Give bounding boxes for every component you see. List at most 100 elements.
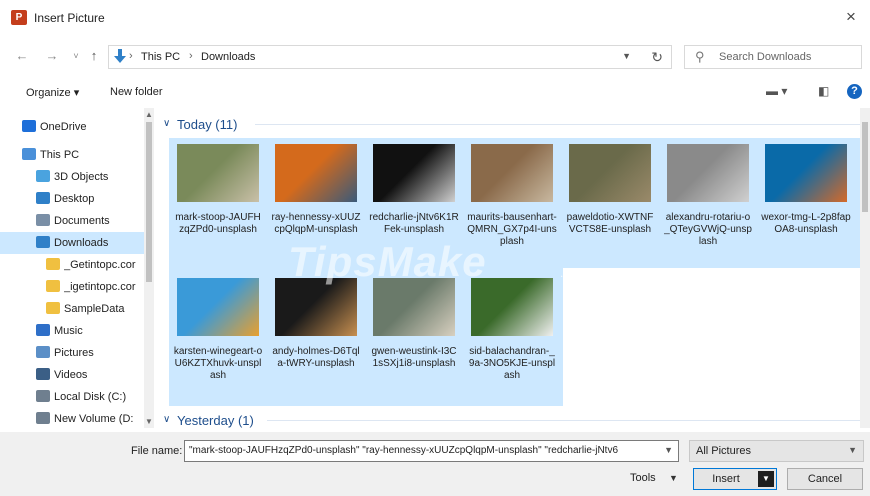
sidebar-item-label: Desktop [54,193,95,205]
insert-options-chevron-icon[interactable]: ▼ [758,471,774,487]
sidebar-item-pictures[interactable]: Pictures [0,342,144,364]
organize-button[interactable]: Organize ▾ [26,86,79,99]
breadcrumb-this-pc[interactable]: This PC [141,51,180,63]
chevron-down-icon[interactable]: ▼ [669,473,678,483]
download-icon [36,236,50,248]
file-tile[interactable]: karsten-winegeart-oU6KZTXhuvk-unsplash [171,272,265,402]
scroll-up-icon[interactable]: ▲ [145,110,153,119]
folder-icon [46,280,60,292]
sidebar-item-label: SampleData [64,303,125,315]
content-scroll-thumb[interactable] [862,122,868,212]
sidebar-item-label: OneDrive [40,121,87,133]
file-name-caption: ray-hennessy-xUUZcpQlqpM-unsplash [271,212,361,235]
sidebar-item-getintopc-cor[interactable]: _Getintopc.cor [0,254,144,276]
sidebar-item-local-disk-c[interactable]: Local Disk (C:) [0,386,144,408]
computer-icon [22,148,36,160]
downloads-folder-icon [114,49,126,63]
preview-pane-icon[interactable]: ◧ [818,84,829,98]
file-tile[interactable]: redcharlie-jNtv6K1RFek-unsplash [367,138,461,268]
sidebar-scrollbar[interactable]: ▲ ▼ [144,108,154,428]
sidebar-item-downloads[interactable]: Downloads [0,232,144,254]
scroll-down-icon[interactable]: ▼ [145,417,153,426]
command-bar: Organize ▾ New folder ▬ ▾ ◧ ? [0,78,870,106]
window-title: Insert Picture [34,11,105,25]
tools-button[interactable]: Tools [630,472,656,484]
sidebar-item-new-volume-d[interactable]: New Volume (D: [0,408,144,430]
file-tile[interactable]: wexor-tmg-L-2p8fapOA8-unsplash [759,138,853,268]
file-tile[interactable]: ray-hennessy-xUUZcpQlqpM-unsplash [269,138,363,268]
sidebar-item-sampledata[interactable]: SampleData [0,298,144,320]
up-arrow-icon[interactable]: ↑ [86,48,102,64]
file-name-value: "mark-stoop-JAUFHzqZPd0-unsplash" "ray-h… [189,445,619,456]
chevron-down-icon[interactable]: ∨ [163,414,170,425]
new-folder-button[interactable]: New folder [110,86,163,98]
close-button[interactable]: × [840,7,862,27]
image-thumbnail [373,278,455,336]
group-label-today: Today (11) [177,117,238,132]
image-thumbnail [177,278,259,336]
breadcrumb-separator: › [189,50,193,62]
group-header-today[interactable]: ∨ Today (11) [163,114,861,134]
file-tile[interactable]: sid-balachandran-_9a-3NO5KJE-unsplash [465,272,559,402]
address-bar[interactable]: › This PC › Downloads ▼ ↻ [108,45,672,69]
chevron-down-icon[interactable]: ∨ [163,118,170,129]
image-thumbnail [177,144,259,202]
group-header-yesterday[interactable]: ∨ Yesterday (1) [163,410,861,430]
sidebar-item-label: This PC [40,149,80,161]
cloud-icon [22,120,36,132]
refresh-icon[interactable]: ↻ [651,49,663,66]
recent-locations-icon[interactable]: ˅ [68,48,84,64]
sidebar-item-music[interactable]: Music [0,320,144,342]
file-tile[interactable]: andy-holmes-D6Tqla-tWRY-unsplash [269,272,363,402]
sidebar-item-this-pc[interactable]: This PC [0,144,144,166]
insert-button[interactable]: Insert ▼ [693,468,777,490]
chevron-down-icon[interactable]: ▼ [664,445,673,455]
file-tile[interactable]: paweldotio-XWTNFVCTS8E-unsplash [563,138,657,268]
group-divider [255,124,861,125]
sidebar-item-label: 3D Objects [54,171,109,183]
file-tile[interactable]: alexandru-rotariu-o_QTeyGVWjQ-unsplash [661,138,755,268]
sidebar-item-label: Documents [54,215,110,227]
folder-icon [46,258,60,270]
file-tile[interactable]: maurits-bausenhart-QMRN_GX7p4I-unsplash [465,138,559,268]
sidebar-item-label: Videos [54,369,88,381]
sidebar-item-3d-objects[interactable]: 3D Objects [0,166,144,188]
sidebar-scroll-thumb[interactable] [146,122,152,282]
file-list: ∨ Today (11) ∨ Yesterday (1) mark-stoop-… [155,108,870,428]
file-name-caption: andy-holmes-D6Tqla-tWRY-unsplash [272,346,360,369]
picture-icon [36,346,50,358]
change-view-icon[interactable]: ▬ ▾ [766,84,787,98]
document-icon [36,214,50,226]
search-input[interactable]: ⚲ Search Downloads [684,45,862,69]
sidebar-item-igetintopc-cor[interactable]: _igetintopc.cor [0,276,144,298]
back-arrow-icon[interactable]: ← [14,48,30,64]
file-name-caption: karsten-winegeart-oU6KZTXhuvk-unsplash [173,346,263,381]
breadcrumb-downloads[interactable]: Downloads [201,51,255,63]
file-name-caption: sid-balachandran-_9a-3NO5KJE-unsplash [468,346,556,381]
drive-icon [36,390,50,402]
cancel-button[interactable]: Cancel [787,468,863,490]
sidebar-item-documents[interactable]: Documents [0,210,144,232]
sidebar-item-label: New Volume (D: [54,413,134,425]
file-type-select[interactable]: All Pictures ▼ [689,440,864,462]
help-icon[interactable]: ? [847,84,862,99]
sidebar-item-videos[interactable]: Videos [0,364,144,386]
search-placeholder: Search Downloads [719,51,812,63]
file-tile[interactable]: gwen-weustink-I3C1sSXj1i8-unsplash [367,272,461,402]
image-thumbnail [667,144,749,202]
sidebar-item-label: Music [54,325,83,337]
file-name-caption: mark-stoop-JAUFHzqZPd0-unsplash [175,212,261,235]
title-bar: P Insert Picture × [0,0,870,34]
sidebar-item-label: _Getintopc.cor [64,259,136,271]
chevron-down-icon: ▼ [848,445,857,455]
search-icon: ⚲ [695,49,705,64]
sidebar-item-desktop[interactable]: Desktop [0,188,144,210]
content-scrollbar[interactable] [860,108,870,428]
folder-icon [46,302,60,314]
sidebar-item-onedrive[interactable]: OneDrive [0,116,144,138]
file-tile[interactable]: mark-stoop-JAUFHzqZPd0-unsplash [171,138,265,268]
file-name-field[interactable]: "mark-stoop-JAUFHzqZPd0-unsplash" "ray-h… [184,440,679,462]
forward-arrow-icon[interactable]: → [44,48,60,64]
chevron-down-icon[interactable]: ▼ [622,51,631,61]
file-name-caption: wexor-tmg-L-2p8fapOA8-unsplash [761,212,851,235]
